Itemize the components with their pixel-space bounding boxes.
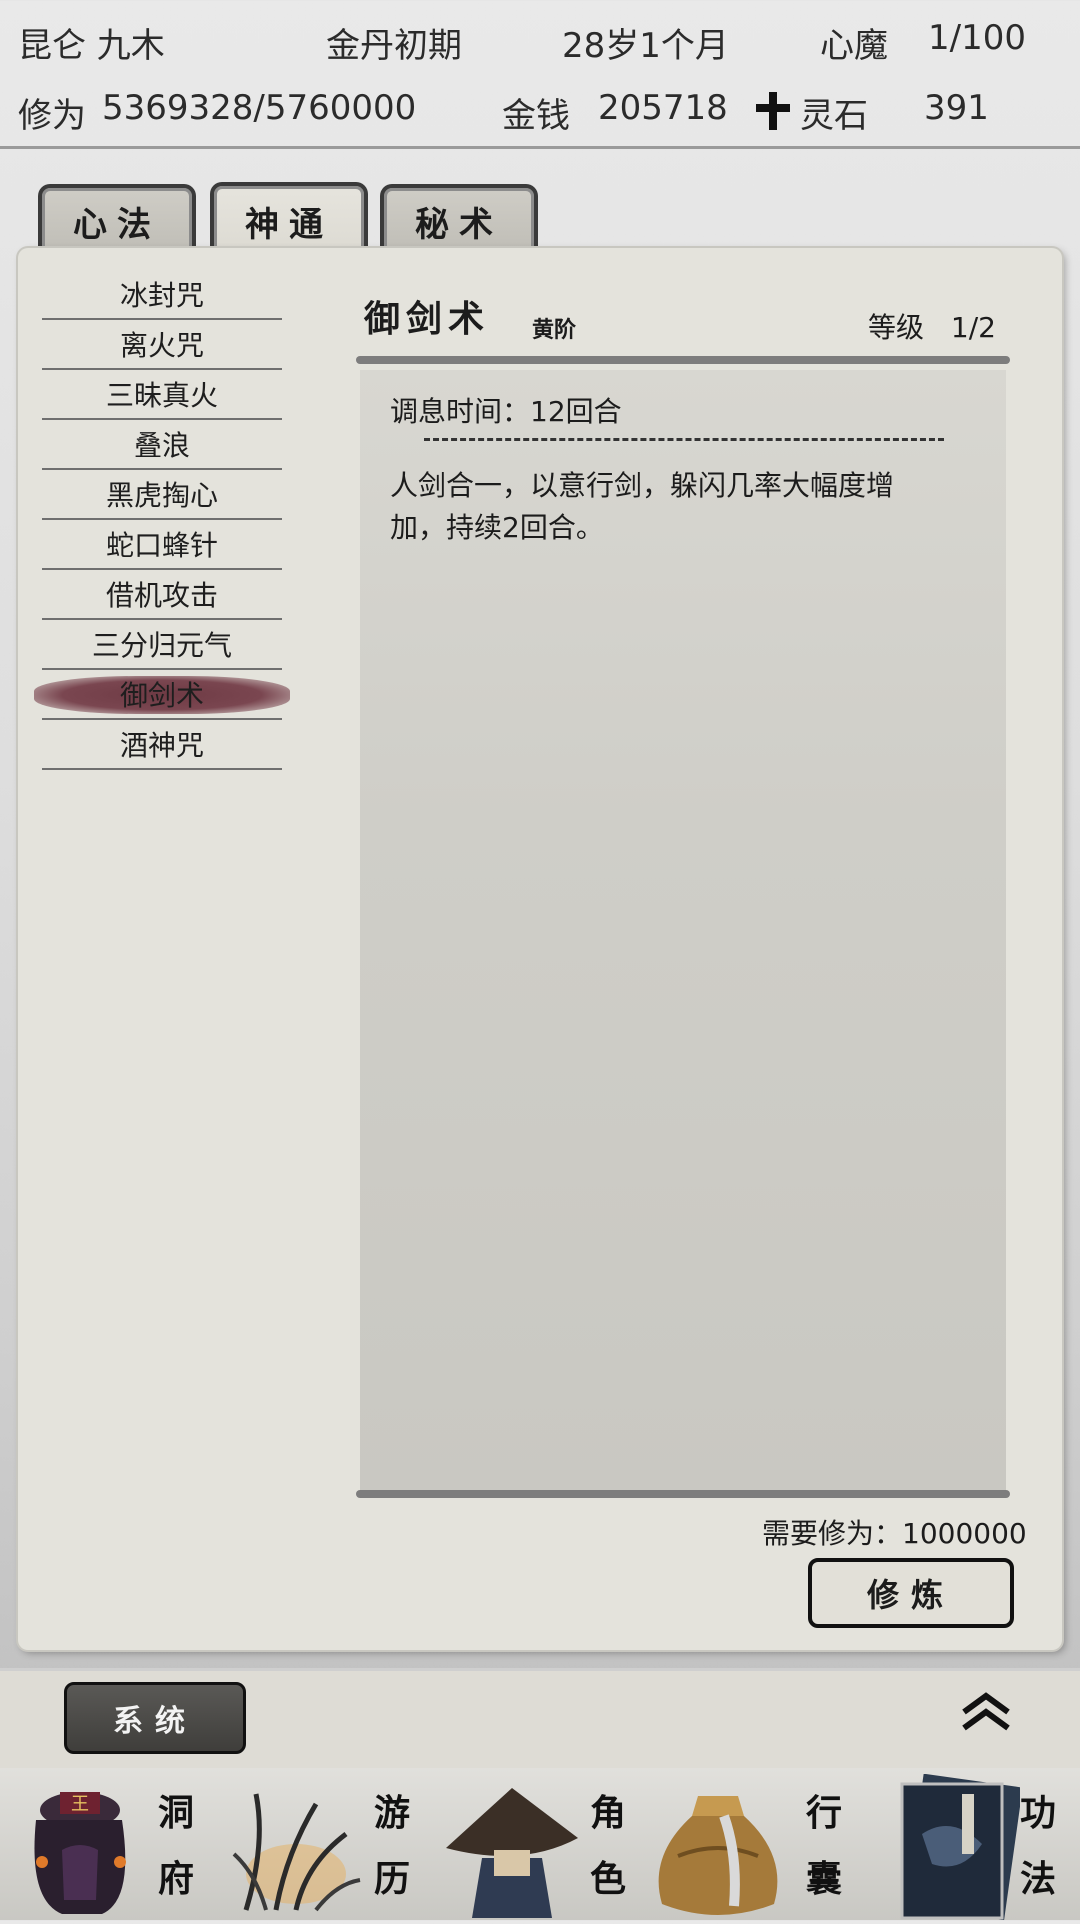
skill-item[interactable]: 蛇口蜂针 — [42, 520, 282, 570]
nav-label-youli-1: 游 — [374, 1792, 411, 1834]
nav-item-xingnang[interactable]: 行 囊 — [648, 1768, 864, 1920]
nav-label-gongfa-1: 功 — [1020, 1792, 1057, 1834]
herb-grass-icon — [226, 1784, 366, 1914]
skill-item[interactable]: 冰封咒 — [42, 270, 282, 320]
spirit-stone-icon — [752, 90, 794, 132]
nav-label-juese-1: 角 — [590, 1792, 627, 1834]
scripture-book-icon — [892, 1773, 1023, 1921]
nav-label-youli-2: 历 — [374, 1858, 411, 1900]
skill-item[interactable]: 三昧真火 — [42, 370, 282, 420]
nav-item-youli[interactable]: 游 历 — [216, 1768, 432, 1920]
practice-button[interactable]: 修炼 — [808, 1558, 1014, 1628]
level-label: 等级 — [868, 311, 925, 344]
skill-grade: 黄阶 — [532, 317, 577, 343]
tab-mishu[interactable]: 秘术 — [380, 184, 538, 254]
skill-item[interactable]: 酒神咒 — [42, 720, 282, 770]
age-text: 28岁1个月 — [562, 26, 729, 66]
spirit-stone-label: 灵石 — [800, 96, 868, 136]
skill-item[interactable]: 三分归元气 — [42, 620, 282, 670]
cultivation-value: 5369328/5760000 — [102, 88, 417, 128]
tab-xinfa[interactable]: 心法 — [38, 184, 196, 254]
skill-item-selected[interactable]: 御剑术 — [34, 670, 290, 720]
system-button[interactable]: 系统 — [64, 1682, 246, 1754]
skill-item[interactable]: 借机攻击 — [42, 570, 282, 620]
nav-item-gongfa[interactable]: 功 法 — [864, 1768, 1080, 1921]
skill-title: 御剑术 — [364, 298, 491, 340]
nav-label-juese-2: 色 — [590, 1858, 627, 1900]
money-value: 205718 — [598, 88, 728, 128]
expand-chevron-icon[interactable] — [960, 1690, 1012, 1734]
straw-hat-character-icon — [442, 1778, 582, 1918]
spirit-stone-value: 391 — [924, 88, 989, 128]
header-divider — [0, 146, 1080, 149]
nav-label-xingnang-2: 囊 — [806, 1858, 843, 1900]
skill-list: 冰封咒 离火咒 三昧真火 叠浪 黑虎掏心 蛇口蜂针 借机攻击 三分归元气 御剑术… — [34, 270, 290, 770]
cooldown-text: 调息时间：12回合 — [390, 395, 622, 428]
player-name: 昆仑 九木 — [18, 26, 165, 66]
skill-item[interactable]: 叠浪 — [42, 420, 282, 470]
treasure-bag-icon — [648, 1776, 788, 1920]
scroll-rod-top — [356, 356, 1010, 364]
svg-text:王: 王 — [71, 1794, 89, 1815]
scroll-rod-bottom — [356, 1490, 1010, 1498]
demon-value: 1/100 — [928, 18, 1026, 58]
nav-label-gongfa-2: 法 — [1020, 1858, 1057, 1900]
description-line-2: 加，持续2回合。 — [390, 511, 604, 544]
nav-item-dongfu[interactable]: 王 洞 府 — [0, 1768, 216, 1920]
cultivation-label: 修为 — [18, 96, 86, 136]
nav-label-dongfu-1: 洞 — [158, 1792, 195, 1834]
cave-pouch-icon: 王 — [22, 1780, 138, 1918]
skill-item[interactable]: 离火咒 — [42, 320, 282, 370]
level-value: 1/2 — [950, 311, 996, 344]
nav-label-xingnang-1: 行 — [806, 1792, 843, 1834]
money-label: 金钱 — [502, 96, 570, 136]
nav-item-juese[interactable]: 角 色 — [432, 1768, 648, 1920]
description-line-1: 人剑合一，以意行剑，躲闪几率大幅度增 — [390, 469, 895, 502]
nav-label-dongfu-2: 府 — [158, 1858, 195, 1900]
level-display: 等级 1/2 — [868, 306, 996, 346]
description-divider — [424, 438, 944, 441]
realm-text: 金丹初期 — [326, 26, 462, 66]
tab-shentong[interactable]: 神通 — [210, 182, 368, 256]
demon-label: 心魔 — [820, 26, 888, 66]
skill-item[interactable]: 黑虎掏心 — [42, 470, 282, 520]
required-cultivation: 需要修为：1000000 — [762, 1517, 1027, 1550]
